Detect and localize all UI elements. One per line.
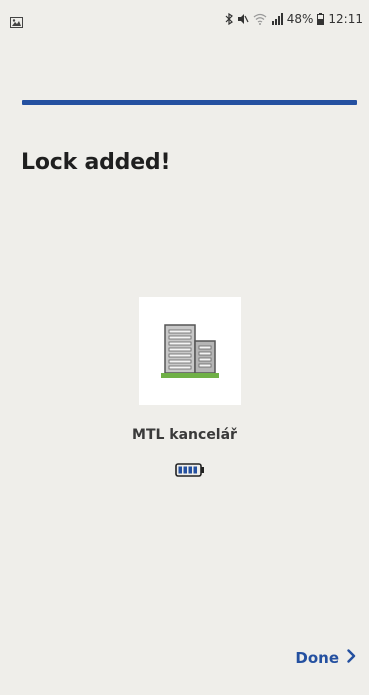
status-time: 12:11 <box>328 12 363 26</box>
battery-full-icon <box>175 462 205 481</box>
mute-icon <box>237 13 249 25</box>
page-title: Lock added! <box>21 150 171 175</box>
lock-name: MTL kancelář <box>132 427 237 443</box>
battery-percent: 48% <box>286 12 314 26</box>
lock-image-tile <box>139 297 241 405</box>
status-battery-icon <box>317 13 325 25</box>
bluetooth-icon <box>225 13 233 25</box>
done-button[interactable]: Done <box>295 649 356 667</box>
wifi-icon <box>253 13 267 25</box>
status-icons: 48% 12:11 <box>225 12 363 26</box>
progress-divider <box>22 100 357 105</box>
signal-icon <box>271 13 283 25</box>
status-bar: 48% 12:11 <box>0 0 369 40</box>
chevron-right-icon <box>347 649 356 667</box>
building-icon <box>161 321 221 385</box>
done-label: Done <box>295 649 339 667</box>
gallery-notification-icon <box>10 13 23 28</box>
